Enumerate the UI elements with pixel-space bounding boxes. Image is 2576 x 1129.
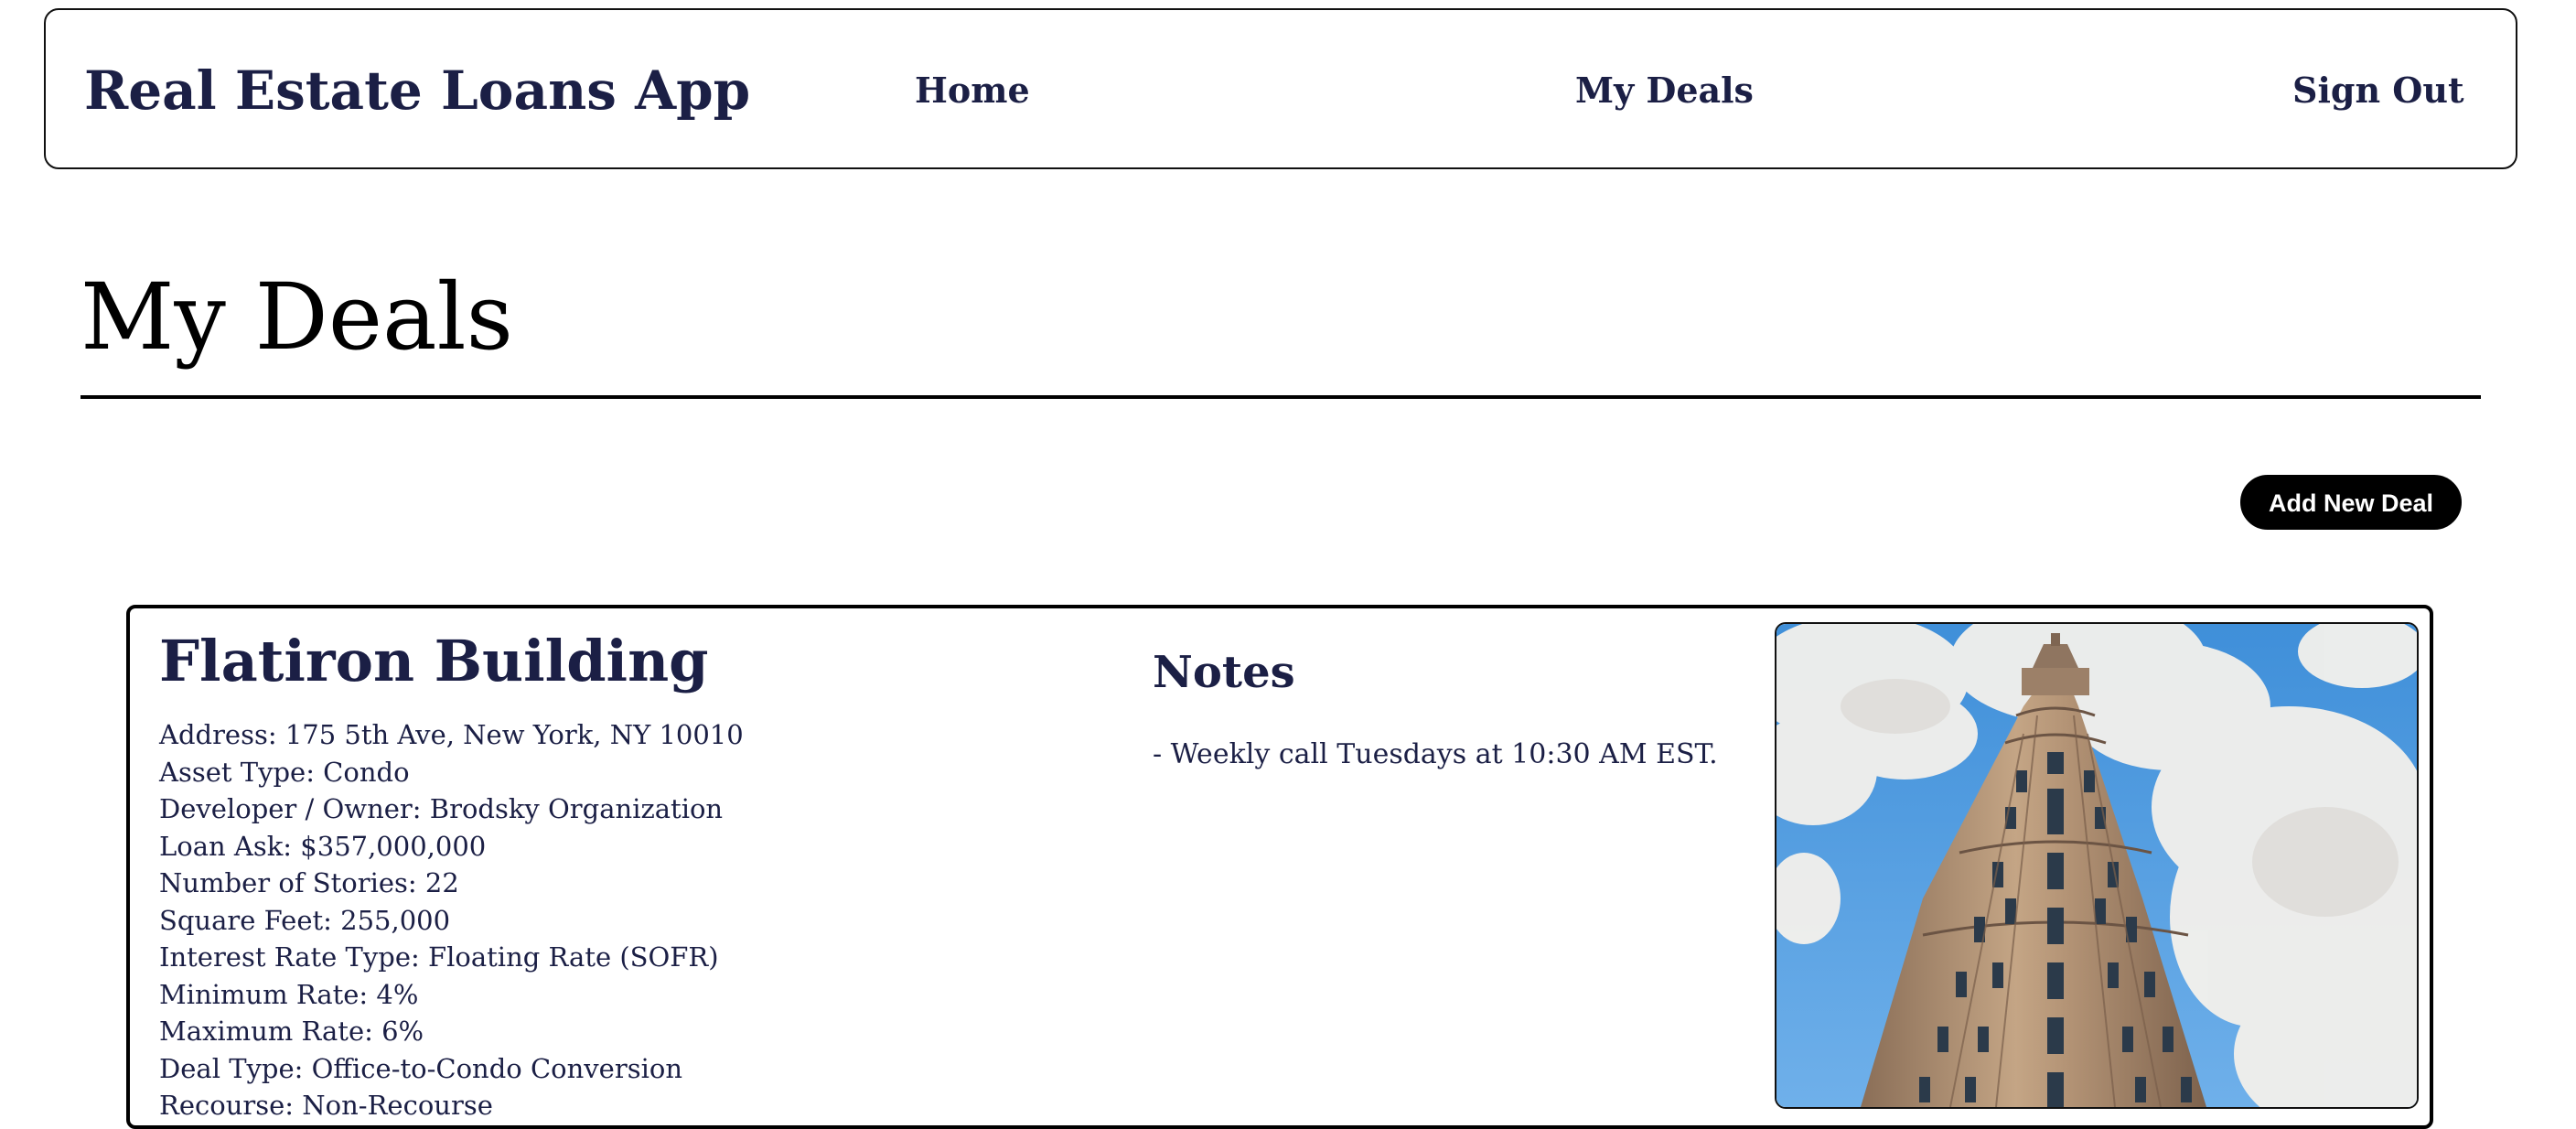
deal-name: Flatiron Building [159, 628, 709, 694]
deal-loan-ask: Loan Ask: $357,000,000 [159, 830, 487, 862]
deal-interest-rate-type: Interest Rate Type: Floating Rate (SOFR) [159, 941, 719, 973]
notes-text: - Weekly call Tuesdays at 10:30 AM EST. [1153, 738, 1718, 770]
deal-photo [1775, 622, 2419, 1109]
title-divider [80, 395, 2481, 399]
deal-asset-type: Asset Type: Condo [159, 756, 410, 788]
deal-developer-owner: Developer / Owner: Brodsky Organization [159, 793, 724, 824]
notes-heading: Notes [1153, 647, 1295, 698]
deal-card[interactable]: Flatiron Building Address: 175 5th Ave, … [126, 605, 2433, 1129]
deal-maximum-rate: Maximum Rate: 6% [159, 1016, 424, 1047]
deal-type: Deal Type: Office-to-Condo Conversion [159, 1052, 682, 1084]
nav-sign-out-link[interactable]: Sign Out [2292, 10, 2464, 171]
deal-address: Address: 175 5th Ave, New York, NY 10010 [159, 719, 744, 750]
deal-details-list: Address: 175 5th Ave, New York, NY 10010… [159, 716, 744, 1124]
nav-my-deals-link[interactable]: My Deals [1575, 10, 1754, 171]
add-new-deal-button[interactable]: Add New Deal [2240, 475, 2462, 530]
deal-number-of-stories: Number of Stories: 22 [159, 867, 459, 898]
nav-home-link[interactable]: Home [915, 10, 1030, 171]
deal-square-feet: Square Feet: 255,000 [159, 904, 451, 936]
deal-minimum-rate: Minimum Rate: 4% [159, 978, 419, 1010]
deal-recourse: Recourse: Non-Recourse [159, 1090, 493, 1121]
app-title[interactable]: Real Estate Loans App [84, 10, 750, 171]
flatiron-building-image [1776, 624, 2417, 1107]
page-title: My Deals [80, 263, 513, 371]
top-navbar: Real Estate Loans App Home My Deals Sign… [44, 8, 2517, 169]
